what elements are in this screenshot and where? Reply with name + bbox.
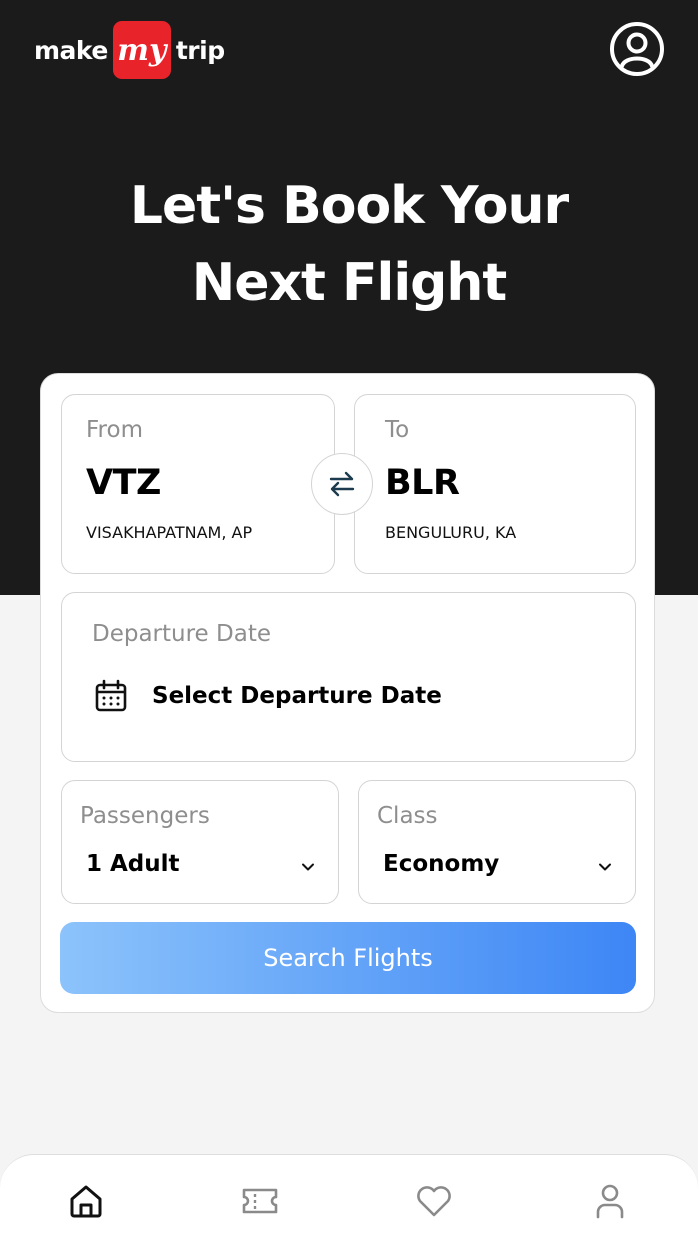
- to-code: BLR: [385, 463, 460, 503]
- swap-airports-button[interactable]: [311, 453, 373, 515]
- heart-icon: [417, 1186, 451, 1217]
- logo-badge: my: [112, 21, 171, 79]
- passengers-value: 1 Adult: [86, 851, 180, 877]
- nav-profile[interactable]: [590, 1181, 630, 1221]
- departure-date-value: Select Departure Date: [152, 683, 442, 709]
- passengers-label: Passengers: [80, 803, 210, 829]
- passengers-select[interactable]: Passengers 1 Adult: [61, 780, 339, 904]
- to-city: BENGULURU, KA: [385, 523, 517, 542]
- page-title: Let's Book Your Next Flight: [0, 168, 698, 322]
- makemytrip-logo[interactable]: make my trip: [34, 21, 225, 79]
- ticket-icon: [242, 1188, 278, 1214]
- user-circle-icon: [610, 22, 664, 76]
- page-title-line1: Let's Book Your: [129, 176, 569, 236]
- from-label: From: [86, 417, 143, 443]
- flight-search-card: From VTZ VISAKHAPATNAM, AP To BLR BENGUL…: [40, 373, 655, 1013]
- calendar-icon: [95, 679, 127, 712]
- profile-button[interactable]: [609, 21, 665, 77]
- departure-date-field[interactable]: Departure Date Select Departure Date: [61, 592, 636, 762]
- home-icon: [70, 1185, 102, 1218]
- nav-home[interactable]: [66, 1181, 106, 1221]
- class-label: Class: [377, 803, 438, 829]
- bottom-navigation: [0, 1154, 698, 1242]
- logo-text-trip: trip: [175, 35, 225, 65]
- search-flights-button[interactable]: Search Flights: [60, 922, 636, 994]
- class-select[interactable]: Class Economy: [358, 780, 636, 904]
- class-value: Economy: [383, 851, 500, 877]
- swap-arrows-icon: [329, 471, 355, 497]
- nav-bookings[interactable]: [240, 1181, 280, 1221]
- chevron-down-icon: [302, 863, 314, 871]
- user-icon: [596, 1184, 624, 1219]
- from-code: VTZ: [86, 463, 161, 503]
- page-title-line2: Next Flight: [191, 253, 508, 313]
- chevron-down-icon: [599, 863, 611, 871]
- from-city: VISAKHAPATNAM, AP: [86, 523, 253, 542]
- departure-date-label: Departure Date: [92, 621, 271, 647]
- to-field[interactable]: To BLR BENGULURU, KA: [354, 394, 636, 574]
- logo-text-make: make: [34, 35, 108, 65]
- from-field[interactable]: From VTZ VISAKHAPATNAM, AP: [61, 394, 335, 574]
- nav-favorites[interactable]: [414, 1181, 454, 1221]
- to-label: To: [385, 417, 410, 443]
